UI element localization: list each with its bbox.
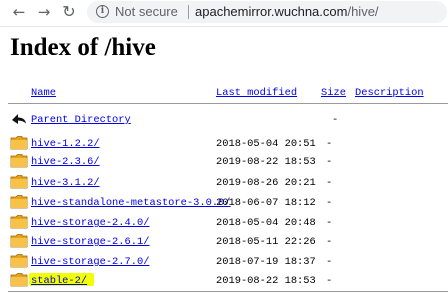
row-size: - <box>326 177 333 189</box>
url-path: /hive/ <box>347 4 379 19</box>
url-separator <box>188 5 189 19</box>
row-date: 2018-05-04 20:51 <box>216 138 316 150</box>
footer-divider <box>8 291 448 292</box>
row-date: 2018-07-19 18:37 <box>216 256 316 268</box>
row-size: - <box>326 197 333 209</box>
row-date: 2019-08-22 18:53 <box>216 156 316 168</box>
folder-icon <box>10 195 28 209</box>
forward-arrow-icon[interactable]: → <box>35 3 53 21</box>
column-header-name[interactable]: Name <box>31 87 56 99</box>
address-bar[interactable]: i Not secure apachemirror.wuchna.com/hiv… <box>87 1 447 23</box>
row-date: 2019-08-26 20:21 <box>216 177 316 189</box>
table-row: hive-2.3.6/ 2019-08-22 18:53 - <box>0 152 448 170</box>
info-icon[interactable]: i <box>96 5 109 18</box>
table-row: hive-1.2.2/ 2018-05-04 20:51 - <box>0 134 448 152</box>
folder-icon <box>10 175 28 189</box>
row-date: 2018-05-11 22:26 <box>216 236 316 248</box>
row-date: 2018-06-07 18:12 <box>216 197 316 209</box>
back-arrow-icon <box>12 114 26 124</box>
page-title: Index of /hive <box>10 34 156 61</box>
parent-directory-row: Parent Directory - <box>0 110 448 128</box>
reload-icon[interactable]: ↻ <box>60 3 78 21</box>
row-size: - <box>326 236 333 248</box>
table-row: hive-storage-2.6.1/ 2018-05-11 22:26 - <box>0 232 448 250</box>
row-date: 2019-08-22 18:53 <box>216 275 316 287</box>
row-size: - <box>326 217 333 229</box>
row-name-link[interactable]: hive-storage-2.7.0/ <box>31 256 149 268</box>
parent-directory-link[interactable]: Parent Directory <box>31 114 131 126</box>
row-date: 2018-05-04 20:48 <box>216 217 316 229</box>
table-row: hive-storage-2.4.0/ 2018-05-04 20:48 - <box>0 213 448 231</box>
column-header-description[interactable]: Description <box>355 87 424 99</box>
row-name-link[interactable]: hive-storage-2.6.1/ <box>31 236 149 248</box>
table-row: hive-standalone-metastore-3.0.0/ 2018-06… <box>0 193 448 211</box>
folder-icon <box>10 273 28 287</box>
row-size: - <box>326 256 333 268</box>
column-header-size[interactable]: Size <box>321 87 346 99</box>
row-name-link[interactable]: hive-1.2.2/ <box>31 138 100 150</box>
header-divider <box>8 103 448 104</box>
row-name-link[interactable]: hive-2.3.6/ <box>31 156 100 168</box>
folder-icon <box>10 154 28 168</box>
browser-toolbar: ← → ↻ i Not secure apachemirror.wuchna.c… <box>0 0 448 27</box>
row-name-link[interactable]: hive-standalone-metastore-3.0.0/ <box>31 197 231 209</box>
folder-icon <box>10 136 28 150</box>
row-size: - <box>326 138 333 150</box>
folder-icon <box>10 215 28 229</box>
row-size: - <box>326 156 333 168</box>
table-row: stable-2/ 2019-08-22 18:53 - <box>0 271 448 289</box>
row-name-link[interactable]: stable-2/ <box>31 275 87 287</box>
row-name-link[interactable]: hive-3.1.2/ <box>31 177 100 189</box>
row-name-link[interactable]: hive-storage-2.4.0/ <box>31 217 149 229</box>
back-arrow-icon[interactable]: ← <box>10 3 28 21</box>
folder-icon <box>10 254 28 268</box>
url-host: apachemirror.wuchna.com <box>195 4 348 19</box>
column-header-last-modified[interactable]: Last modified <box>216 87 297 99</box>
parent-size: - <box>332 114 339 126</box>
table-row: hive-3.1.2/ 2019-08-26 20:21 - <box>0 173 448 191</box>
table-row: hive-storage-2.7.0/ 2018-07-19 18:37 - <box>0 252 448 270</box>
url-text[interactable]: apachemirror.wuchna.com/hive/ <box>195 3 379 21</box>
row-size: - <box>326 275 333 287</box>
folder-icon <box>10 234 28 248</box>
security-label[interactable]: Not secure <box>115 3 178 21</box>
